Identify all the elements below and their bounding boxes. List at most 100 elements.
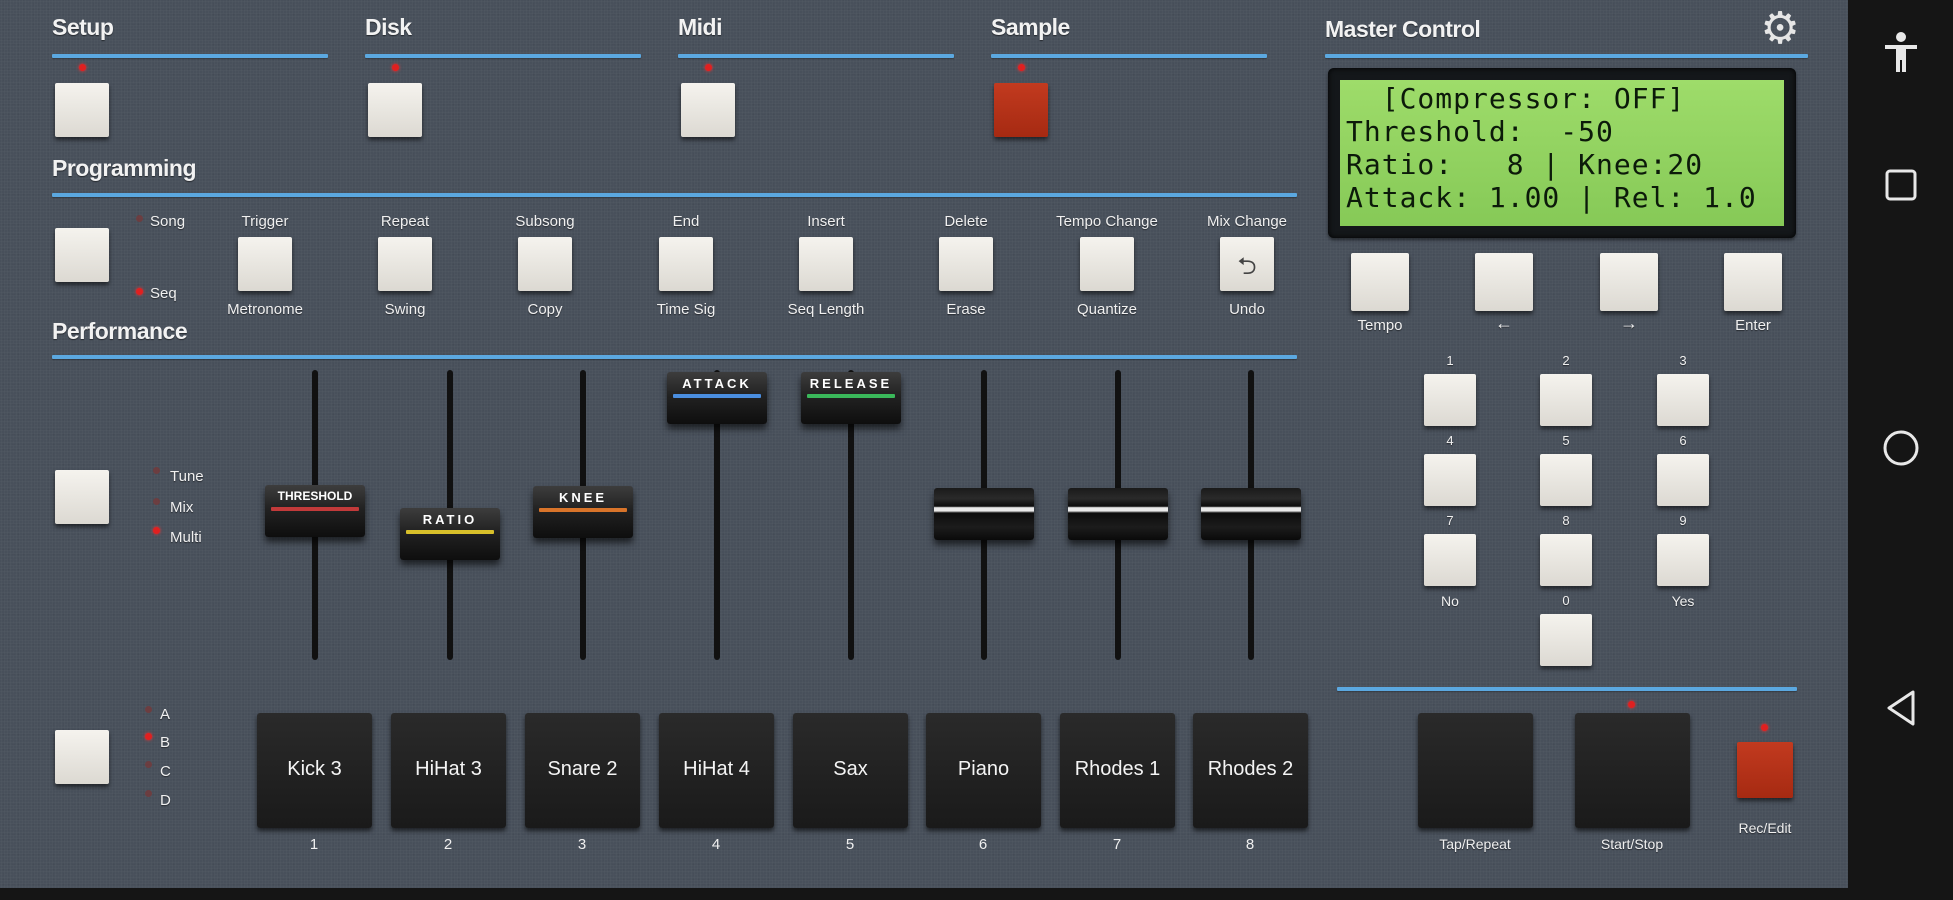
accessibility-icon[interactable]	[1848, 30, 1953, 84]
key-2-button[interactable]	[1540, 374, 1592, 426]
enter-button[interactable]	[1724, 253, 1782, 311]
key-5-button[interactable]	[1540, 454, 1592, 506]
release-fader[interactable]: RELEASE	[801, 372, 901, 424]
led-setup	[79, 64, 86, 71]
pad-1[interactable]: Kick 3	[257, 713, 372, 828]
right-arrow-button[interactable]	[1600, 253, 1658, 311]
threshold-fader[interactable]: THRESHOLD	[265, 485, 365, 537]
swing-label: Swing	[384, 301, 426, 318]
section-line	[991, 54, 1267, 58]
midi-button[interactable]	[681, 83, 735, 137]
bank-a-label: A	[160, 706, 171, 723]
recents-icon[interactable]	[1848, 168, 1953, 206]
trigger-button[interactable]	[238, 237, 292, 291]
key-7-button[interactable]	[1424, 534, 1476, 586]
pad-2[interactable]: HiHat 3	[391, 713, 506, 828]
start-stop-pad[interactable]	[1575, 713, 1690, 828]
trigger-label: Trigger	[241, 213, 289, 230]
home-icon[interactable]	[1848, 428, 1953, 472]
key-3-button[interactable]	[1657, 374, 1709, 426]
fader-color-line	[807, 394, 895, 398]
tap-repeat-pad[interactable]	[1418, 713, 1533, 828]
bank-b-label: B	[160, 734, 171, 751]
rec-edit-button[interactable]	[1737, 742, 1793, 798]
tempo-label: Tempo	[1357, 317, 1403, 334]
programming-mode-button[interactable]	[55, 228, 109, 282]
fader-color-line	[271, 507, 359, 511]
back-icon[interactable]	[1848, 688, 1953, 732]
repeat-button[interactable]	[378, 237, 432, 291]
delete-button[interactable]	[939, 237, 993, 291]
fader-color-line	[673, 394, 761, 398]
pad-label: Kick 3	[287, 758, 342, 780]
section-title-midi: Midi	[678, 14, 723, 40]
insert-label: Insert	[807, 213, 845, 230]
insert-button[interactable]	[799, 237, 853, 291]
release-fader-label: RELEASE	[809, 376, 893, 391]
tempo-change-label: Tempo Change	[1056, 213, 1158, 230]
pad-6[interactable]: Piano	[926, 713, 1041, 828]
rec-edit-label: Rec/Edit	[1738, 820, 1792, 836]
fader-6[interactable]	[934, 488, 1034, 540]
tempo-button[interactable]	[1351, 253, 1409, 311]
led-bank-c	[145, 761, 152, 768]
bank-button[interactable]	[55, 730, 109, 784]
threshold-fader-label: THRESHOLD	[277, 489, 353, 503]
left-arrow-button[interactable]	[1475, 253, 1533, 311]
led-multi	[153, 527, 160, 534]
led-midi	[705, 64, 712, 71]
performance-mode-button[interactable]	[55, 470, 109, 524]
mode-song-label: Song	[150, 213, 186, 230]
android-nav-bar	[1848, 0, 1953, 900]
copy-label: Copy	[527, 301, 563, 318]
quantize-label: Quantize	[1076, 301, 1138, 318]
section-line	[678, 54, 954, 58]
key-4-button[interactable]	[1424, 454, 1476, 506]
end-button[interactable]	[659, 237, 713, 291]
undo-icon: ⮌	[1237, 252, 1257, 280]
key-0-button[interactable]	[1540, 614, 1592, 666]
key-9-button[interactable]	[1657, 534, 1709, 586]
mix-change-button[interactable]: ⮌	[1220, 237, 1274, 291]
led-seq	[136, 288, 143, 295]
subsong-button[interactable]	[518, 237, 572, 291]
pad-label: HiHat 3	[415, 758, 482, 780]
led-mix	[153, 498, 160, 505]
led-sample	[1018, 64, 1025, 71]
attack-fader[interactable]: ATTACK	[667, 372, 767, 424]
gear-icon[interactable]: ⚙	[1755, 4, 1805, 54]
pad-3[interactable]: Snare 2	[525, 713, 640, 828]
tempo-change-button[interactable]	[1080, 237, 1134, 291]
pad-7[interactable]: Rhodes 1	[1060, 713, 1175, 828]
pad-number: 5	[845, 836, 855, 853]
sample-button[interactable]	[994, 83, 1048, 137]
drum-machine-panel: Setup Disk Midi Sample Master Control ⚙ …	[0, 0, 1848, 888]
ratio-fader[interactable]: RATIO	[400, 508, 500, 560]
led-disk	[392, 64, 399, 71]
key-1-button[interactable]	[1424, 374, 1476, 426]
fader-8[interactable]	[1201, 488, 1301, 540]
setup-button[interactable]	[55, 83, 109, 137]
key-7-label: 7	[1446, 513, 1454, 528]
knee-fader[interactable]: KNEE	[533, 486, 633, 538]
enter-label: Enter	[1735, 317, 1771, 334]
lcd-display: [Compressor: OFF] Threshold: -50 Ratio: …	[1328, 68, 1796, 238]
key-4-label: 4	[1446, 433, 1454, 448]
repeat-label: Repeat	[380, 213, 430, 230]
end-label: End	[672, 213, 700, 230]
fader-7[interactable]	[1068, 488, 1168, 540]
disk-button[interactable]	[368, 83, 422, 137]
pad-5[interactable]: Sax	[793, 713, 908, 828]
pad-label: Piano	[957, 758, 1010, 780]
fader-color-line	[406, 530, 494, 534]
key-6-button[interactable]	[1657, 454, 1709, 506]
pad-number: 1	[309, 836, 319, 853]
subsong-label: Subsong	[515, 213, 575, 230]
key-8-label: 8	[1562, 513, 1570, 528]
pad-8[interactable]: Rhodes 2	[1193, 713, 1308, 828]
led-start-stop	[1628, 701, 1635, 708]
lcd-line-3: Ratio: 8 | Knee:20	[1346, 148, 1704, 181]
key-8-button[interactable]	[1540, 534, 1592, 586]
pad-4[interactable]: HiHat 4	[659, 713, 774, 828]
pad-number: 2	[443, 836, 453, 853]
